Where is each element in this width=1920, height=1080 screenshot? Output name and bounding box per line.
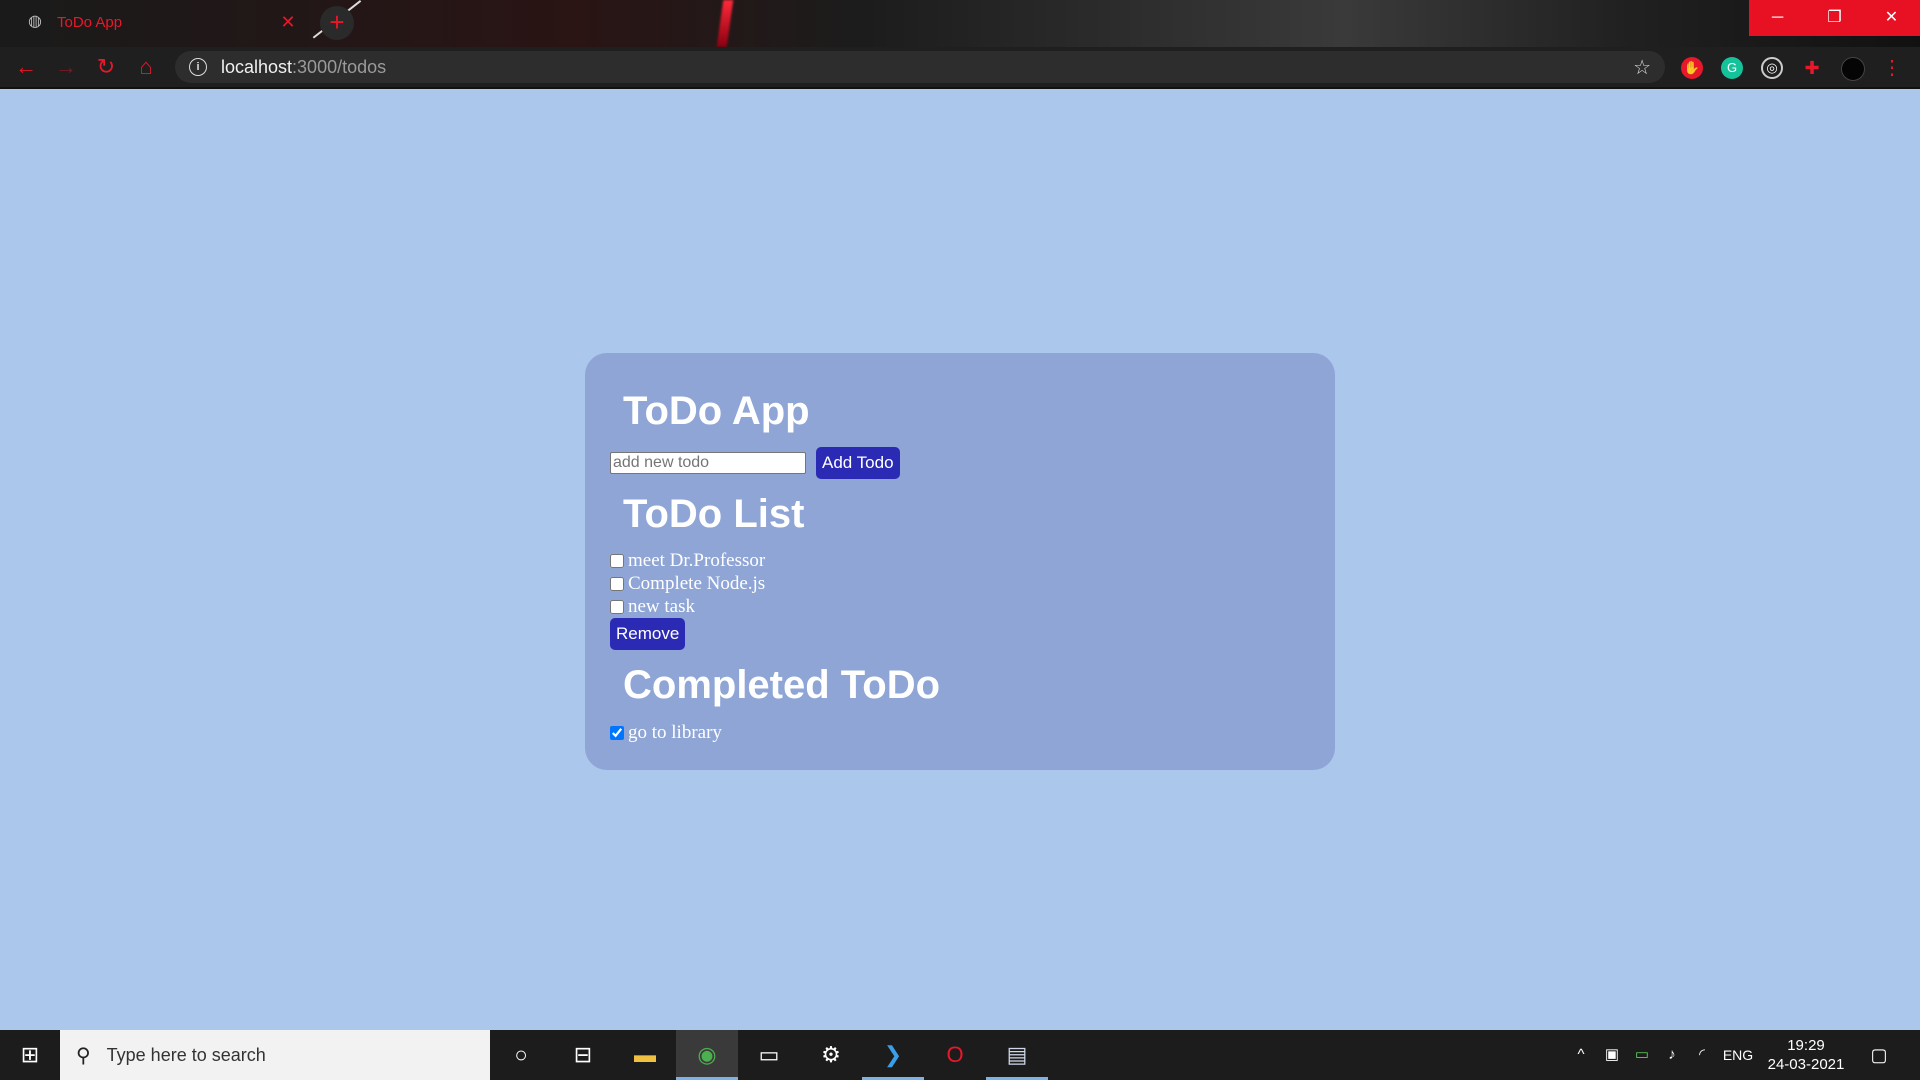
completed-label: go to library: [628, 722, 722, 743]
file-explorer-icon[interactable]: ▬: [614, 1030, 676, 1080]
wallpaper-streak: [716, 0, 734, 47]
completed-item[interactable]: go to library: [610, 722, 722, 744]
vscode-icon[interactable]: ❯: [862, 1030, 924, 1080]
notification-icon[interactable]: ▢: [1862, 1030, 1896, 1080]
todo-checkbox[interactable]: [610, 600, 624, 614]
taskbar-search-box[interactable]: ⚲ Type here to search: [60, 1030, 490, 1080]
url-text: localhost:3000/todos: [221, 57, 386, 78]
todo-checkbox[interactable]: [610, 554, 624, 568]
todo-checkbox[interactable]: [610, 577, 624, 591]
minimize-button[interactable]: ─: [1749, 0, 1806, 36]
todo-label: new task: [628, 596, 696, 617]
todo-card: ToDo App Add Todo ToDo List meet Dr.Prof…: [585, 353, 1335, 770]
reload-icon[interactable]: ↻: [92, 53, 120, 81]
browser-tabstrip: ◍ ToDo App ✕ + ─ ❐ ✕: [0, 0, 1920, 47]
address-bar[interactable]: i localhost:3000/todos ☆: [175, 51, 1665, 83]
remove-button[interactable]: Remove: [610, 618, 686, 650]
close-window-button[interactable]: ✕: [1863, 0, 1920, 36]
menu-dots-icon[interactable]: ⋮: [1881, 57, 1903, 79]
url-path: :3000/todos: [292, 56, 387, 77]
grammarly-extension-icon[interactable]: G: [1721, 57, 1743, 79]
taskbar-clock[interactable]: 19:29 24-03-2021: [1756, 1036, 1856, 1074]
clock-time: 19:29: [1787, 1037, 1825, 1054]
windows-taskbar: ⊞ ⚲ Type here to search ○ ⊟ ▬ ◉ ▭ ⚙ ❯ O …: [0, 1030, 1920, 1080]
chevron-up-icon[interactable]: ^: [1566, 1030, 1596, 1080]
browser-toolbar: ← → ↻ ⌂ i localhost:3000/todos ☆ ✋ G ◎ ✚…: [0, 47, 1920, 89]
new-tab-button[interactable]: +: [320, 6, 354, 40]
todo-label: Complete Node.js: [628, 573, 766, 594]
task-view-icon[interactable]: ⊟: [552, 1030, 614, 1080]
tab-title: ToDo App: [57, 13, 123, 31]
todo-item[interactable]: meet Dr.Professor: [610, 550, 765, 572]
taskbar-search-placeholder: Type here to search: [106, 1044, 266, 1065]
adblock-extension-icon[interactable]: ✋: [1681, 57, 1703, 79]
info-icon[interactable]: i: [189, 58, 207, 76]
new-todo-input[interactable]: [610, 452, 806, 474]
settings-gear-icon[interactable]: ⚙: [800, 1030, 862, 1080]
chrome-icon[interactable]: ◉: [676, 1030, 738, 1080]
battery-icon[interactable]: ▭: [1628, 1030, 1656, 1080]
cortana-icon[interactable]: ○: [490, 1030, 552, 1080]
add-todo-button[interactable]: Add Todo: [816, 447, 900, 479]
globe-icon: ◍: [28, 13, 42, 30]
todo-label: meet Dr.Professor: [628, 550, 766, 571]
puzzle-extensions-icon[interactable]: ✚: [1801, 57, 1823, 79]
forward-arrow-icon[interactable]: →: [52, 53, 80, 81]
bookmark-star-icon[interactable]: ☆: [1633, 55, 1651, 80]
opera-icon[interactable]: O: [924, 1030, 986, 1080]
home-icon[interactable]: ⌂: [132, 53, 160, 81]
tab-todo-app[interactable]: ◍ ToDo App ✕: [14, 4, 306, 40]
restore-button[interactable]: ❐: [1806, 0, 1863, 36]
back-arrow-icon[interactable]: ←: [12, 53, 40, 81]
profile-avatar[interactable]: [1841, 57, 1865, 81]
volume-icon[interactable]: ♪: [1658, 1030, 1686, 1080]
tab-close-icon[interactable]: ✕: [278, 12, 298, 33]
url-host: localhost: [221, 56, 293, 77]
meet-now-icon[interactable]: ▣: [1598, 1030, 1626, 1080]
wifi-icon[interactable]: ◜: [1688, 1030, 1716, 1080]
search-icon: ⚲: [76, 1044, 91, 1067]
language-indicator[interactable]: ENG: [1718, 1030, 1758, 1080]
completed-heading: Completed ToDo: [623, 663, 941, 707]
photos-app-icon[interactable]: ▤: [986, 1030, 1048, 1080]
target-extension-icon[interactable]: ◎: [1761, 57, 1783, 79]
page-viewport: ToDo App Add Todo ToDo List meet Dr.Prof…: [0, 89, 1920, 1030]
app-title: ToDo App: [623, 389, 810, 433]
clock-date: 24-03-2021: [1767, 1056, 1845, 1073]
windows-start-icon[interactable]: ⊞: [0, 1030, 60, 1080]
todo-item[interactable]: new task: [610, 596, 695, 618]
terminal-icon[interactable]: ▭: [738, 1030, 800, 1080]
todo-list-heading: ToDo List: [623, 492, 805, 536]
completed-checkbox[interactable]: [610, 726, 624, 740]
todo-item[interactable]: Complete Node.js: [610, 573, 765, 595]
